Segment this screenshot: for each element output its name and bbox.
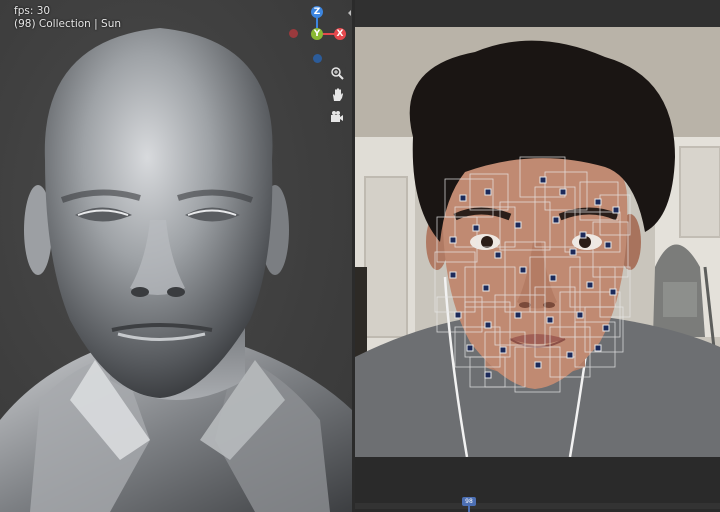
camera-icon[interactable] xyxy=(327,107,347,127)
navigation-gizmo[interactable]: Z Y X xyxy=(284,4,350,66)
z-axis-handle[interactable]: Z xyxy=(311,6,323,18)
hand-pan-icon[interactable] xyxy=(327,85,347,105)
camera-header xyxy=(355,0,720,27)
timeline-track[interactable] xyxy=(355,503,720,509)
camera-editor-area: 98 xyxy=(355,0,720,512)
timeline[interactable]: 98 xyxy=(355,457,720,512)
neg-x-axis-handle[interactable] xyxy=(289,29,298,38)
current-frame-indicator[interactable]: 98 xyxy=(462,497,476,506)
3d-viewport[interactable]: fps: 30 (98) Collection | Sun Z Y X xyxy=(0,0,352,512)
neg-z-axis-handle[interactable] xyxy=(313,54,322,63)
collection-label: (98) Collection | Sun xyxy=(14,18,122,30)
head-model xyxy=(0,28,352,512)
zoom-icon[interactable] xyxy=(327,63,347,83)
y-axis-handle[interactable]: Y xyxy=(311,28,323,40)
x-axis-handle[interactable]: X xyxy=(334,28,346,40)
webcam-feed xyxy=(355,27,720,457)
fps-readout: fps: 30 xyxy=(14,5,51,17)
face-tracking-overlay xyxy=(434,156,631,393)
